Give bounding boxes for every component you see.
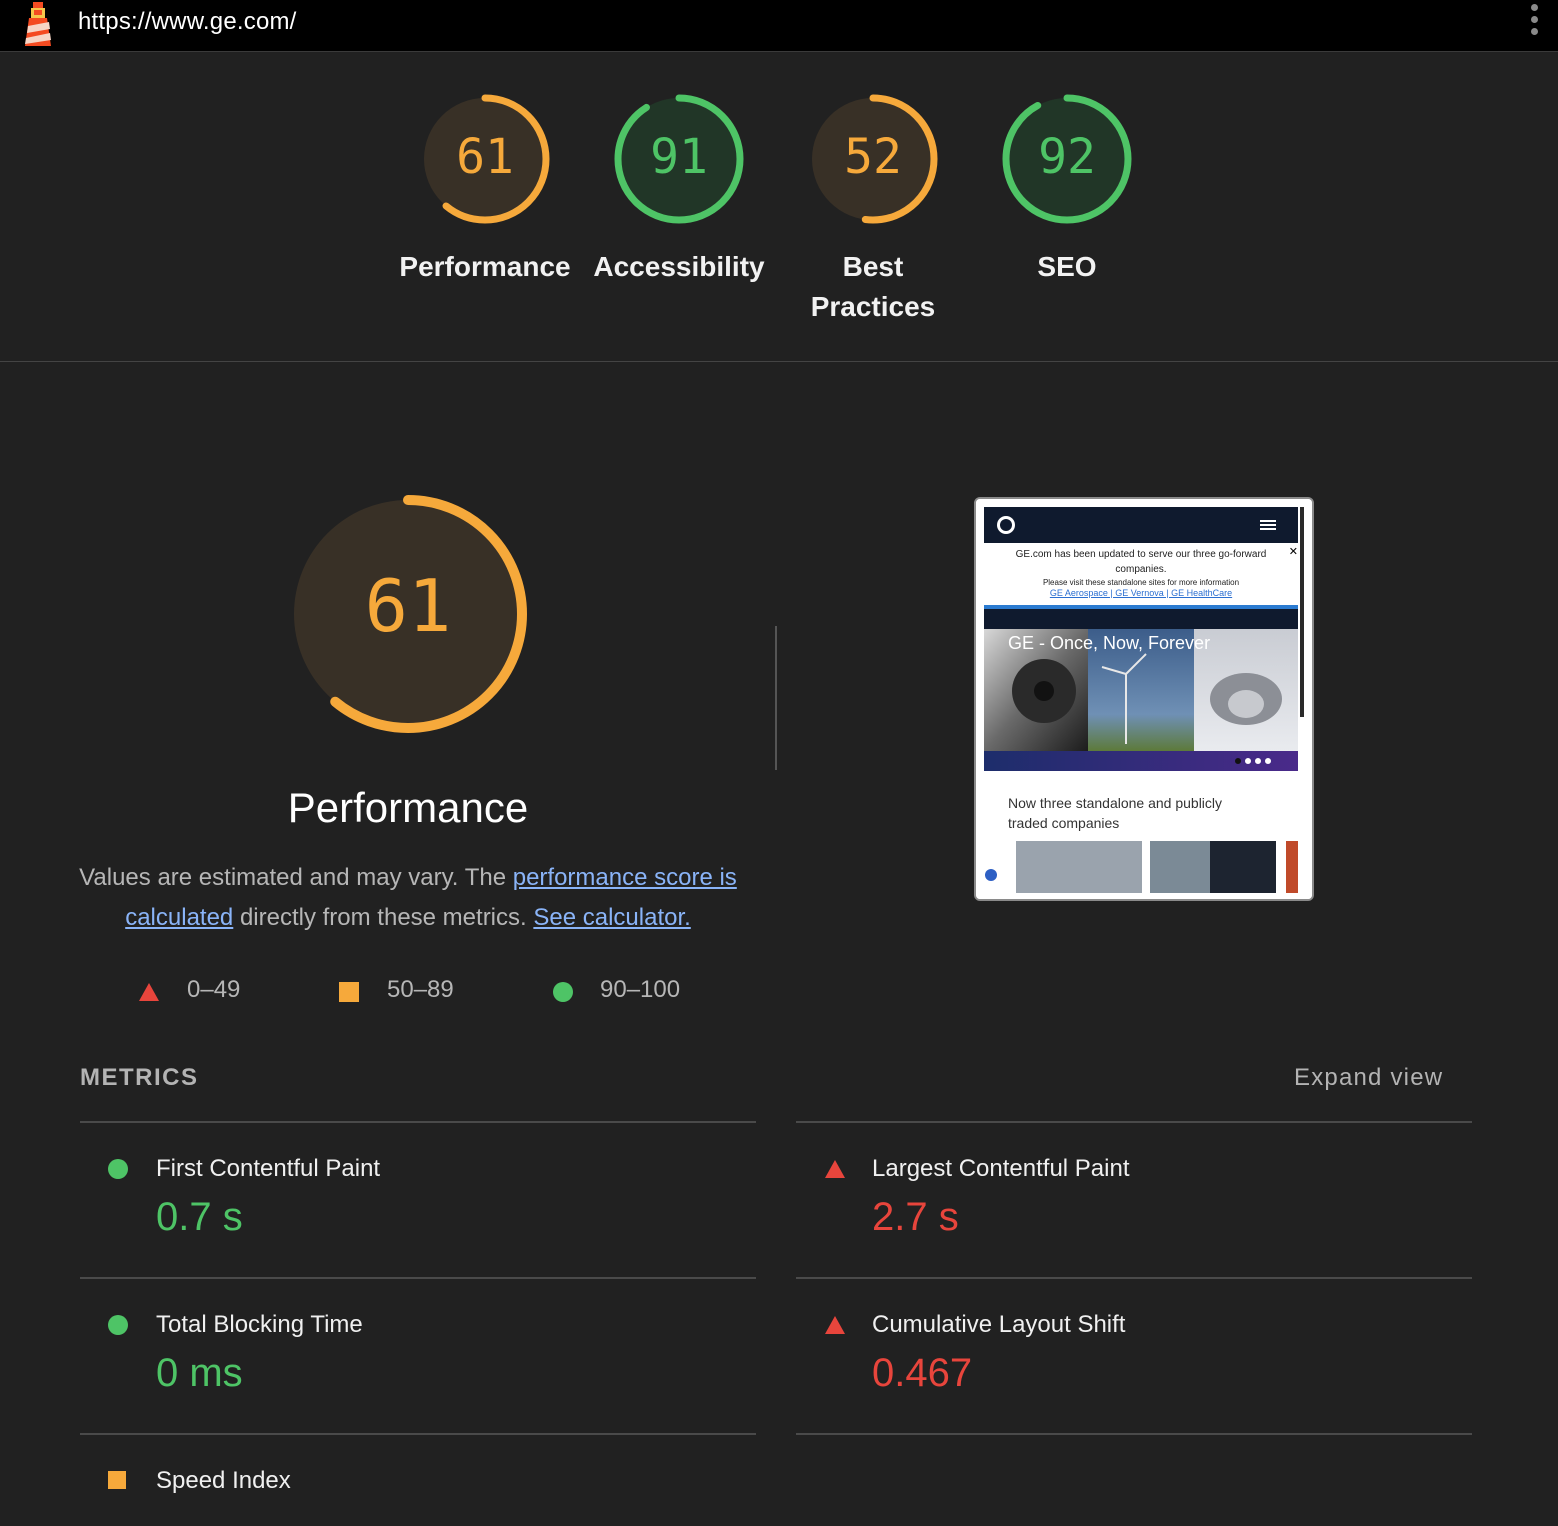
legend-range: 50–89 bbox=[387, 976, 454, 1003]
metric-largest-contentful-paint: Largest Contentful Paint 2.7 s bbox=[796, 1123, 1472, 1273]
metric-total-blocking-time: Total Blocking Time 0 ms bbox=[80, 1279, 756, 1429]
metric-value: 0.467 bbox=[872, 1351, 973, 1395]
performance-title: Performance bbox=[287, 784, 529, 831]
close-icon: ✕ bbox=[1288, 546, 1298, 558]
desc-text: Values are estimated and may vary. The bbox=[79, 864, 513, 891]
metric-name: First Contentful Paint bbox=[156, 1155, 381, 1182]
metric-name: Cumulative Layout Shift bbox=[872, 1311, 1126, 1338]
score-value: 61 bbox=[456, 129, 514, 185]
metric-name: Total Blocking Time bbox=[156, 1311, 363, 1338]
gauge-seo[interactable]: 92 SEO bbox=[970, 93, 1164, 287]
metric-name: Speed Index bbox=[156, 1467, 291, 1494]
score-value: 92 bbox=[1038, 129, 1096, 185]
score-value: 52 bbox=[844, 129, 902, 185]
banner-line: companies. bbox=[1115, 564, 1167, 575]
category-label: Accessibility bbox=[593, 251, 765, 282]
screenshot-banner: GE.com has been updated to serve our thr… bbox=[984, 547, 1298, 599]
metric-cumulative-layout-shift: Cumulative Layout Shift 0.467 bbox=[796, 1279, 1472, 1429]
circle-icon bbox=[553, 982, 573, 1002]
performance-score: 61 bbox=[364, 564, 452, 648]
metric-first-contentful-paint: First Contentful Paint 0.7 s bbox=[80, 1123, 756, 1273]
lighthouse-icon bbox=[20, 2, 56, 48]
metric-value: 0 ms bbox=[156, 1351, 243, 1395]
screenshot-hero-title: GE - Once, Now, Forever bbox=[1008, 633, 1211, 653]
see-calculator-link[interactable]: See calculator. bbox=[533, 904, 690, 931]
banner-line: GE.com has been updated to serve our thr… bbox=[1015, 549, 1267, 560]
desc-text: directly from these metrics. bbox=[233, 904, 534, 931]
score-value: 91 bbox=[650, 129, 708, 185]
square-icon bbox=[108, 1471, 126, 1489]
triangle-icon bbox=[825, 1160, 845, 1178]
metric-value: 2.7 s bbox=[872, 1195, 959, 1239]
performance-description: Values are estimated and may vary. The p… bbox=[78, 858, 738, 938]
legend-range: 0–49 bbox=[187, 976, 241, 1003]
triangle-icon bbox=[139, 983, 159, 1001]
metric-speed-index: Speed Index bbox=[80, 1435, 756, 1526]
circle-icon bbox=[108, 1315, 128, 1335]
category-label: SEO bbox=[1037, 251, 1097, 282]
page-url: https://www.ge.com/ bbox=[78, 8, 297, 35]
category-summary: 61 Performance 91 Accessibility 52 Best … bbox=[0, 53, 1558, 362]
metric-name: Largest Contentful Paint bbox=[872, 1155, 1130, 1182]
performance-gauge-large: 61 bbox=[286, 492, 530, 736]
final-screenshot[interactable]: GE.com has been updated to serve our thr… bbox=[974, 497, 1314, 901]
metric-value: 0.7 s bbox=[156, 1195, 243, 1239]
triangle-icon bbox=[825, 1316, 845, 1334]
square-icon bbox=[339, 982, 359, 1002]
divider bbox=[796, 1433, 1472, 1435]
gauge-accessibility[interactable]: 91 Accessibility bbox=[582, 93, 776, 287]
legend-range: 90–100 bbox=[600, 976, 681, 1003]
category-label: Performance bbox=[399, 251, 571, 282]
circle-icon bbox=[108, 1159, 128, 1179]
body-line: traded companies bbox=[1008, 815, 1120, 831]
vertical-divider bbox=[775, 626, 777, 770]
body-line: Now three standalone and publicly bbox=[1008, 795, 1223, 811]
banner-links: GE Aerospace | GE Vernova | GE HealthCar… bbox=[1049, 588, 1233, 598]
expand-view-toggle[interactable]: Expand view bbox=[1294, 1064, 1443, 1092]
banner-line: Please visit these standalone sites for … bbox=[1042, 578, 1240, 587]
category-label: Best Practices bbox=[810, 251, 936, 322]
top-bar: https://www.ge.com/ bbox=[0, 0, 1558, 52]
screenshot-body-text: Now three standalone and publicly traded… bbox=[1008, 793, 1222, 833]
kebab-menu-icon[interactable] bbox=[1524, 4, 1544, 42]
gauge-best-practices[interactable]: 52 Best Practices bbox=[776, 93, 970, 327]
metrics-header: METRICS bbox=[80, 1064, 199, 1091]
gauge-performance[interactable]: 61 Performance bbox=[388, 93, 582, 287]
